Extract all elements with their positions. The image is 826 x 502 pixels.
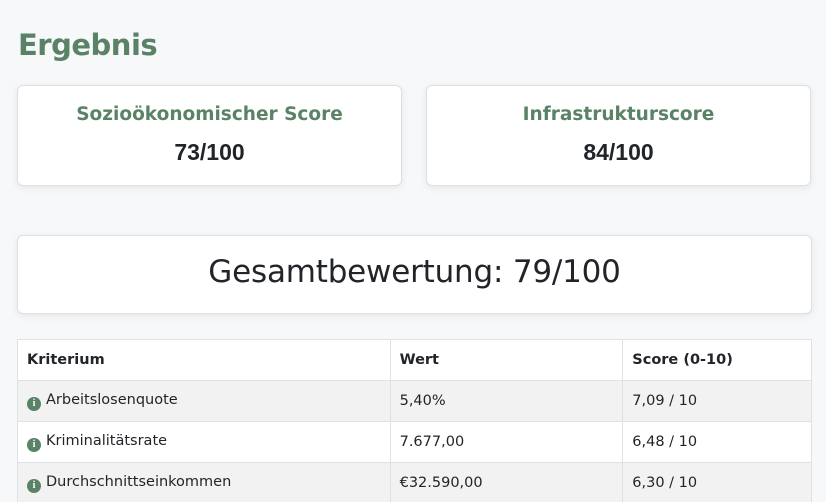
- header-criterion: Kriterium: [17, 339, 391, 381]
- infrastructure-score-value: 84/100: [583, 139, 654, 165]
- value-cell: 5,40%: [389, 380, 624, 422]
- table-header-row: Kriterium Wert Score (0-10): [17, 339, 812, 381]
- infrastructure-score-label: Infrastrukturscore: [522, 104, 715, 125]
- infrastructure-score-card: Infrastrukturscore 84/100: [426, 85, 811, 186]
- criteria-table: Kriterium Wert Score (0-10) i Arbeitslose…: [17, 339, 812, 502]
- info-circle-icon[interactable]: i: [27, 396, 41, 411]
- socioeconomic-score-card: Sozioökonomischer Score 73/100: [17, 85, 402, 186]
- score-cell: 7,09 / 10: [622, 380, 812, 422]
- socioeconomic-score-value: 73/100: [174, 139, 245, 165]
- info-circle-icon[interactable]: i: [27, 437, 41, 452]
- header-score: Score (0-10): [622, 339, 812, 381]
- total-rating-text: Gesamtbewertung: 79/100: [208, 254, 621, 290]
- table-row: i Durchschnittseinkommen €32.590,00 6,30 …: [17, 462, 812, 502]
- criterion-label: Arbeitslosenquote: [46, 391, 178, 408]
- table-row: i Arbeitslosenquote 5,40% 7,09 / 10: [17, 380, 812, 422]
- socioeconomic-score-label: Sozioökonomischer Score: [76, 104, 343, 125]
- criterion-cell: i Durchschnittseinkommen: [17, 462, 391, 502]
- table-row: i Kriminalitätsrate 7.677,00 6,48 / 10: [17, 421, 812, 463]
- header-value: Wert: [389, 339, 624, 381]
- criterion-label: Kriminalitätsrate: [46, 432, 168, 449]
- info-circle-icon[interactable]: i: [27, 478, 41, 493]
- score-cell: 6,30 / 10: [622, 462, 812, 502]
- page-title: Ergebnis: [18, 28, 158, 62]
- value-cell: 7.677,00: [389, 421, 624, 463]
- score-cell: 6,48 / 10: [622, 421, 812, 463]
- criterion-cell: i Kriminalitätsrate: [17, 421, 391, 463]
- criterion-cell: i Arbeitslosenquote: [17, 380, 391, 422]
- total-rating-card: Gesamtbewertung: 79/100: [17, 235, 812, 314]
- value-cell: €32.590,00: [389, 462, 624, 502]
- criterion-label: Durchschnittseinkommen: [46, 473, 232, 490]
